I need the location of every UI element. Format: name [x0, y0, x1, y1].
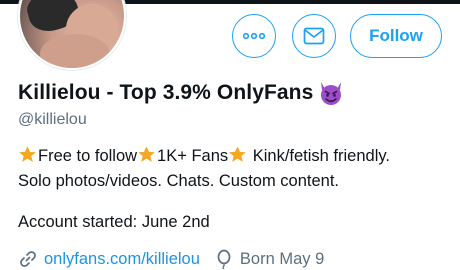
username-handle: @killielou	[18, 111, 87, 128]
star-icon	[229, 146, 247, 162]
more-icon	[242, 32, 266, 40]
profile-bio: Free to follow 1K+ Fans Kink/fetish frie…	[18, 144, 390, 194]
smiling-devil-icon	[321, 82, 342, 105]
balloon-icon	[217, 249, 231, 269]
bio-line: Solo photos/videos. Chats. Custom conten…	[18, 172, 340, 190]
bio-line: Free to follow 1K+ Fans Kink/fetish frie…	[18, 144, 390, 169]
bio-text: Free to follow	[38, 147, 138, 165]
bio-text: Kink/fetish friendly.	[248, 147, 390, 165]
profile-link[interactable]: onlyfans.com/killielou	[44, 250, 200, 269]
display-name: Killielou - Top 3.9% OnlyFans	[18, 81, 314, 104]
star-icon	[19, 146, 36, 162]
avatar[interactable]	[18, 0, 126, 70]
born-date: Born May 9	[239, 249, 325, 268]
account-started: Account started: June 2nd	[18, 213, 210, 231]
avatar-shape	[40, 34, 110, 68]
follow-button[interactable]: Follow	[350, 14, 442, 58]
profile-name-row: Killielou - Top 3.9% OnlyFans	[18, 80, 345, 106]
bio-text: 1K+ Fans	[157, 147, 229, 165]
star-icon	[138, 146, 155, 162]
message-button[interactable]	[292, 14, 336, 58]
envelope-icon	[303, 27, 325, 45]
link-icon	[20, 251, 36, 267]
profile-meta: onlyfans.com/killielou Born May 9	[18, 249, 324, 269]
more-button[interactable]	[232, 14, 276, 58]
